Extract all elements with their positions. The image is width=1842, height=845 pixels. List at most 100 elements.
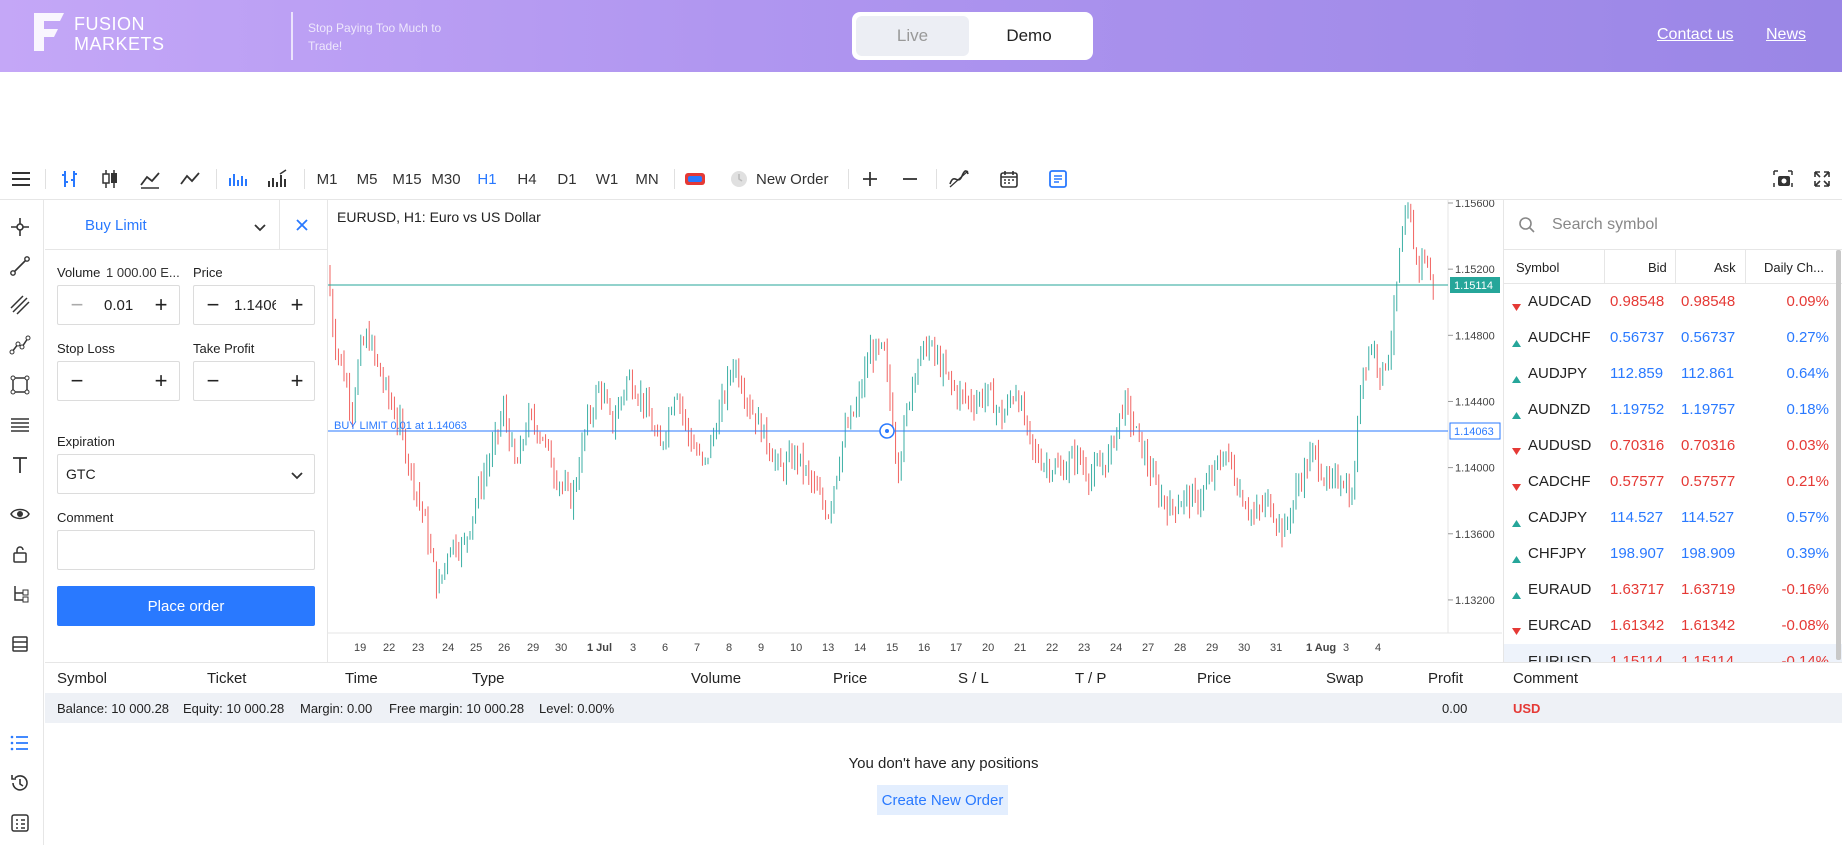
symbol-row[interactable]: CADCHF 0.57577 0.57577 0.21% bbox=[1504, 464, 1842, 500]
chart-canvas[interactable]: 1.15600 1.15200 1.14800 1.14400 1.14000 1.136… bbox=[328, 198, 1502, 662]
symbol-row[interactable]: AUDNZD 1.19752 1.19757 0.18% bbox=[1504, 392, 1842, 428]
tf-m5[interactable]: M5 bbox=[352, 158, 382, 200]
one-click-trading-icon[interactable] bbox=[682, 158, 708, 200]
tf-mn[interactable]: MN bbox=[632, 158, 662, 200]
col-ticket[interactable]: Ticket bbox=[207, 670, 246, 687]
price-stepper[interactable]: − 1.1406 + bbox=[193, 285, 315, 325]
volume-value[interactable]: 0.01 bbox=[104, 297, 133, 314]
col-swap[interactable]: Swap bbox=[1326, 670, 1364, 687]
comment-input[interactable] bbox=[57, 530, 315, 570]
tf-d1[interactable]: D1 bbox=[552, 158, 582, 200]
place-order-button[interactable]: Place order bbox=[57, 586, 315, 626]
text-tool-icon[interactable] bbox=[9, 454, 31, 476]
col-symbol[interactable]: Symbol bbox=[1516, 260, 1559, 275]
journal-icon[interactable] bbox=[9, 812, 31, 834]
symbol-bid: 112.859 bbox=[1610, 365, 1664, 382]
zoom-in-icon[interactable] bbox=[856, 158, 884, 200]
fusion-markets-logo[interactable]: FUSION MARKETS bbox=[30, 11, 164, 54]
calendar-icon[interactable] bbox=[994, 158, 1024, 200]
delete-drawings-icon[interactable] bbox=[9, 633, 31, 655]
eye-icon[interactable] bbox=[9, 503, 31, 525]
stop-loss-stepper[interactable]: − + bbox=[57, 361, 180, 401]
col-time[interactable]: Time bbox=[345, 670, 378, 687]
symbol-row[interactable]: AUDCHF 0.56737 0.56737 0.27% bbox=[1504, 320, 1842, 356]
positions-list-icon[interactable] bbox=[9, 732, 31, 754]
screenshot-icon[interactable] bbox=[1768, 158, 1798, 200]
crosshair-icon[interactable] bbox=[9, 216, 31, 238]
candlestick-type-icon[interactable] bbox=[95, 158, 125, 200]
symbol-list-scrollbar[interactable] bbox=[1836, 250, 1841, 660]
close-icon[interactable] bbox=[295, 218, 309, 232]
take-profit-decrease-button[interactable]: − bbox=[202, 370, 224, 392]
line-chart-icon[interactable] bbox=[175, 158, 205, 200]
symbol-row[interactable]: EURCAD 1.61342 1.61342 -0.08% bbox=[1504, 608, 1842, 644]
indicators-icon[interactable] bbox=[944, 158, 974, 200]
col-volume[interactable]: Volume bbox=[691, 670, 741, 687]
col-sl[interactable]: S / L bbox=[958, 670, 989, 687]
col-profit[interactable]: Profit bbox=[1428, 670, 1463, 687]
search-input[interactable]: Search symbol bbox=[1552, 216, 1658, 234]
price-decrease-button[interactable]: − bbox=[202, 294, 224, 316]
zoom-out-icon[interactable] bbox=[896, 158, 924, 200]
order-drag-handle-icon[interactable] bbox=[879, 423, 895, 439]
col-price[interactable]: Price bbox=[833, 670, 867, 687]
col-type[interactable]: Type bbox=[472, 670, 505, 687]
symbol-row[interactable]: AUDJPY 112.859 112.861 0.64% bbox=[1504, 356, 1842, 392]
create-new-order-button[interactable]: Create New Order bbox=[877, 785, 1008, 815]
take-profit-stepper[interactable]: − + bbox=[193, 361, 315, 401]
trendline-icon[interactable] bbox=[9, 255, 31, 277]
tf-h4[interactable]: H4 bbox=[512, 158, 542, 200]
stop-loss-decrease-button[interactable]: − bbox=[66, 370, 88, 392]
col-daily-change[interactable]: Daily Ch... bbox=[1764, 260, 1824, 275]
fibonacci-icon[interactable] bbox=[9, 414, 31, 436]
menu-icon[interactable] bbox=[6, 158, 36, 200]
price-value[interactable]: 1.1406 bbox=[234, 297, 276, 314]
volume-increase-button[interactable]: + bbox=[150, 294, 172, 316]
tf-w1[interactable]: W1 bbox=[592, 158, 622, 200]
lock-icon[interactable] bbox=[9, 543, 31, 565]
fullscreen-icon[interactable] bbox=[1808, 158, 1836, 200]
history-icon[interactable] bbox=[9, 772, 31, 794]
col-current-price[interactable]: Price bbox=[1197, 670, 1231, 687]
symbol-search-bar[interactable]: Search symbol bbox=[1504, 200, 1842, 250]
contact-us-link[interactable]: Contact us bbox=[1657, 26, 1733, 44]
col-comment[interactable]: Comment bbox=[1513, 670, 1578, 687]
tf-h1[interactable]: H1 bbox=[472, 158, 502, 200]
tick-volume-icon[interactable] bbox=[262, 158, 292, 200]
area-chart-icon[interactable] bbox=[135, 158, 165, 200]
live-mode-button[interactable]: Live bbox=[856, 16, 969, 56]
symbol-row[interactable]: EURAUD 1.63717 1.63719 -0.16% bbox=[1504, 572, 1842, 608]
price-increase-button[interactable]: + bbox=[286, 294, 308, 316]
col-ask[interactable]: Ask bbox=[1714, 260, 1736, 275]
tf-m1[interactable]: M1 bbox=[312, 158, 342, 200]
symbol-row[interactable]: CADJPY 114.527 114.527 0.57% bbox=[1504, 500, 1842, 536]
tf-m30[interactable]: M30 bbox=[429, 158, 463, 200]
bar-chart-type-icon[interactable] bbox=[55, 158, 85, 200]
volume-decrease-button[interactable]: − bbox=[66, 294, 88, 316]
price-chart[interactable]: 1.15600 1.15200 1.14800 1.14400 1.14000 1.136… bbox=[328, 198, 1502, 662]
order-type-select[interactable]: Buy Limit bbox=[85, 217, 147, 234]
new-order-clock-icon[interactable] bbox=[728, 158, 750, 200]
polyline-icon[interactable] bbox=[9, 334, 31, 356]
object-tree-icon[interactable] bbox=[9, 583, 31, 605]
chevron-down-icon[interactable] bbox=[253, 220, 267, 234]
symbol-row[interactable]: AUDCAD 0.98548 0.98548 0.09% bbox=[1504, 284, 1842, 320]
symbol-row[interactable]: CHFJPY 198.907 198.909 0.39% bbox=[1504, 536, 1842, 572]
col-symbol[interactable]: Symbol bbox=[57, 670, 107, 687]
demo-mode-button[interactable]: Demo bbox=[969, 16, 1089, 56]
order-panel-toggle-icon[interactable] bbox=[1043, 158, 1073, 200]
take-profit-increase-button[interactable]: + bbox=[286, 370, 308, 392]
shapes-icon[interactable] bbox=[9, 374, 31, 396]
news-link[interactable]: News bbox=[1766, 26, 1806, 44]
volume-icon[interactable] bbox=[222, 158, 252, 200]
symbol-row[interactable]: AUDUSD 0.70316 0.70316 0.03% bbox=[1504, 428, 1842, 464]
col-tp[interactable]: T / P bbox=[1075, 670, 1106, 687]
symbol-row[interactable]: EURUSD 1.15114 1.15114 -0.14% bbox=[1504, 644, 1842, 662]
stop-loss-increase-button[interactable]: + bbox=[150, 370, 172, 392]
channel-icon[interactable] bbox=[9, 294, 31, 316]
tf-m15[interactable]: M15 bbox=[390, 158, 424, 200]
expiration-select[interactable]: GTC bbox=[57, 454, 315, 494]
new-order-button[interactable]: New Order bbox=[756, 158, 844, 200]
volume-stepper[interactable]: − 0.01 + bbox=[57, 285, 180, 325]
col-bid[interactable]: Bid bbox=[1648, 260, 1667, 275]
